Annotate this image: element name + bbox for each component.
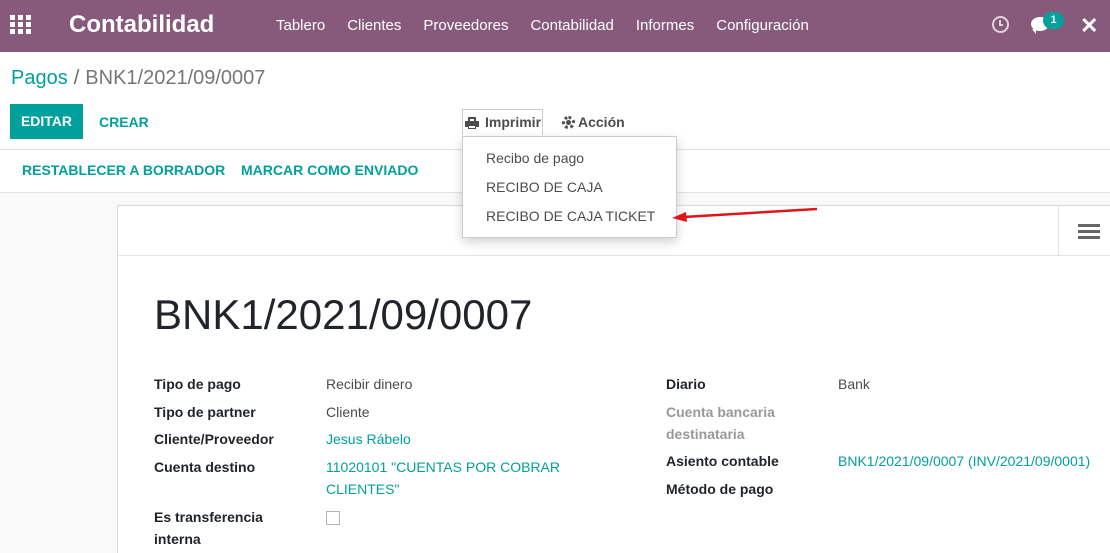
action-button-label: Acción (578, 114, 625, 130)
print-menu-item-recibo-de-caja-ticket[interactable]: RECIBO DE CAJA TICKET (463, 202, 676, 230)
journal-entry-label: Asiento contable (666, 453, 779, 469)
menu-item-informes[interactable]: Informes (625, 0, 705, 52)
destination-account-link-line2[interactable]: CLIENTES" (326, 478, 399, 500)
partner-label: Cliente/Proveedor (154, 431, 274, 447)
recipient-bank-account-label-line1: Cuenta bancaria (666, 404, 775, 420)
mark-as-sent-button[interactable]: MARCAR COMO ENVIADO (241, 162, 418, 178)
payment-type-label: Tipo de pago (154, 376, 241, 392)
destination-account-link-line1[interactable]: 11020101 "CUENTAS POR COBRAR (326, 456, 560, 478)
menu-item-configuracion[interactable]: Configuración (705, 0, 820, 52)
breadcrumb: Pagos / BNK1/2021/09/0007 (11, 67, 265, 90)
internal-transfer-label-line2: interna (154, 531, 201, 547)
destination-account-label: Cuenta destino (154, 459, 256, 475)
breadcrumb-current: BNK1/2021/09/0007 (85, 67, 266, 89)
print-dropdown-menu: Recibo de pago RECIBO DE CAJA RECIBO DE … (462, 136, 677, 238)
payment-method-label: Método de pago (666, 481, 774, 497)
top-navbar: Contabilidad Tablero Clientes Proveedore… (0, 0, 1110, 52)
print-button[interactable]: Imprimir (462, 109, 543, 135)
hamburger-menu-icon (1078, 224, 1100, 240)
partner-type-value: Cliente (326, 404, 370, 420)
print-button-label: Imprimir (485, 114, 542, 130)
reset-to-draft-button[interactable]: RESTABLECER A BORRADOR (22, 162, 225, 178)
activities-clock-icon[interactable] (992, 16, 1009, 33)
printer-icon (465, 117, 479, 129)
internal-transfer-label-line1: Es transferencia (154, 509, 263, 525)
form-sheet: BNK1/2021/09/0007 Tipo de pago Recibir d… (117, 205, 1110, 553)
menu-item-tablero[interactable]: Tablero (265, 0, 336, 52)
menu-item-clientes[interactable]: Clientes (336, 0, 412, 52)
partner-type-label: Tipo de partner (154, 404, 256, 420)
record-title: BNK1/2021/09/0007 (154, 291, 533, 338)
print-menu-item-recibo-de-pago[interactable]: Recibo de pago (463, 144, 676, 172)
recipient-bank-account-label-line2: destinataria (666, 426, 745, 442)
app-title: Contabilidad (69, 11, 215, 38)
main-menu: Tablero Clientes Proveedores Contabilida… (265, 0, 820, 52)
journal-entry-link[interactable]: BNK1/2021/09/0007 (INV/2021/09/0001) (838, 450, 1090, 472)
journal-label: Diario (666, 376, 706, 392)
internal-transfer-checkbox[interactable] (326, 511, 340, 525)
menu-item-proveedores[interactable]: Proveedores (412, 0, 519, 52)
apps-grid-icon[interactable] (10, 15, 32, 35)
print-menu-item-recibo-de-caja[interactable]: RECIBO DE CAJA (463, 173, 676, 201)
action-button[interactable]: Acción (561, 109, 625, 135)
partner-link[interactable]: Jesus Rábelo (326, 428, 411, 450)
breadcrumb-separator: / (73, 67, 80, 89)
debug-tools-icon[interactable]: ✕ (1080, 14, 1098, 38)
messages-badge[interactable]: 1 (1043, 12, 1064, 29)
create-button[interactable]: CREAR (99, 114, 149, 130)
more-options-button[interactable] (1058, 206, 1110, 256)
edit-button[interactable]: EDITAR (10, 104, 83, 139)
gear-icon (562, 116, 575, 129)
breadcrumb-parent-link[interactable]: Pagos (11, 67, 68, 89)
payment-type-value: Recibir dinero (326, 376, 413, 392)
menu-item-contabilidad[interactable]: Contabilidad (519, 0, 624, 52)
journal-value: Bank (838, 376, 870, 392)
control-panel: Pagos / BNK1/2021/09/0007 EDITAR CREAR Imp… (0, 52, 1110, 149)
